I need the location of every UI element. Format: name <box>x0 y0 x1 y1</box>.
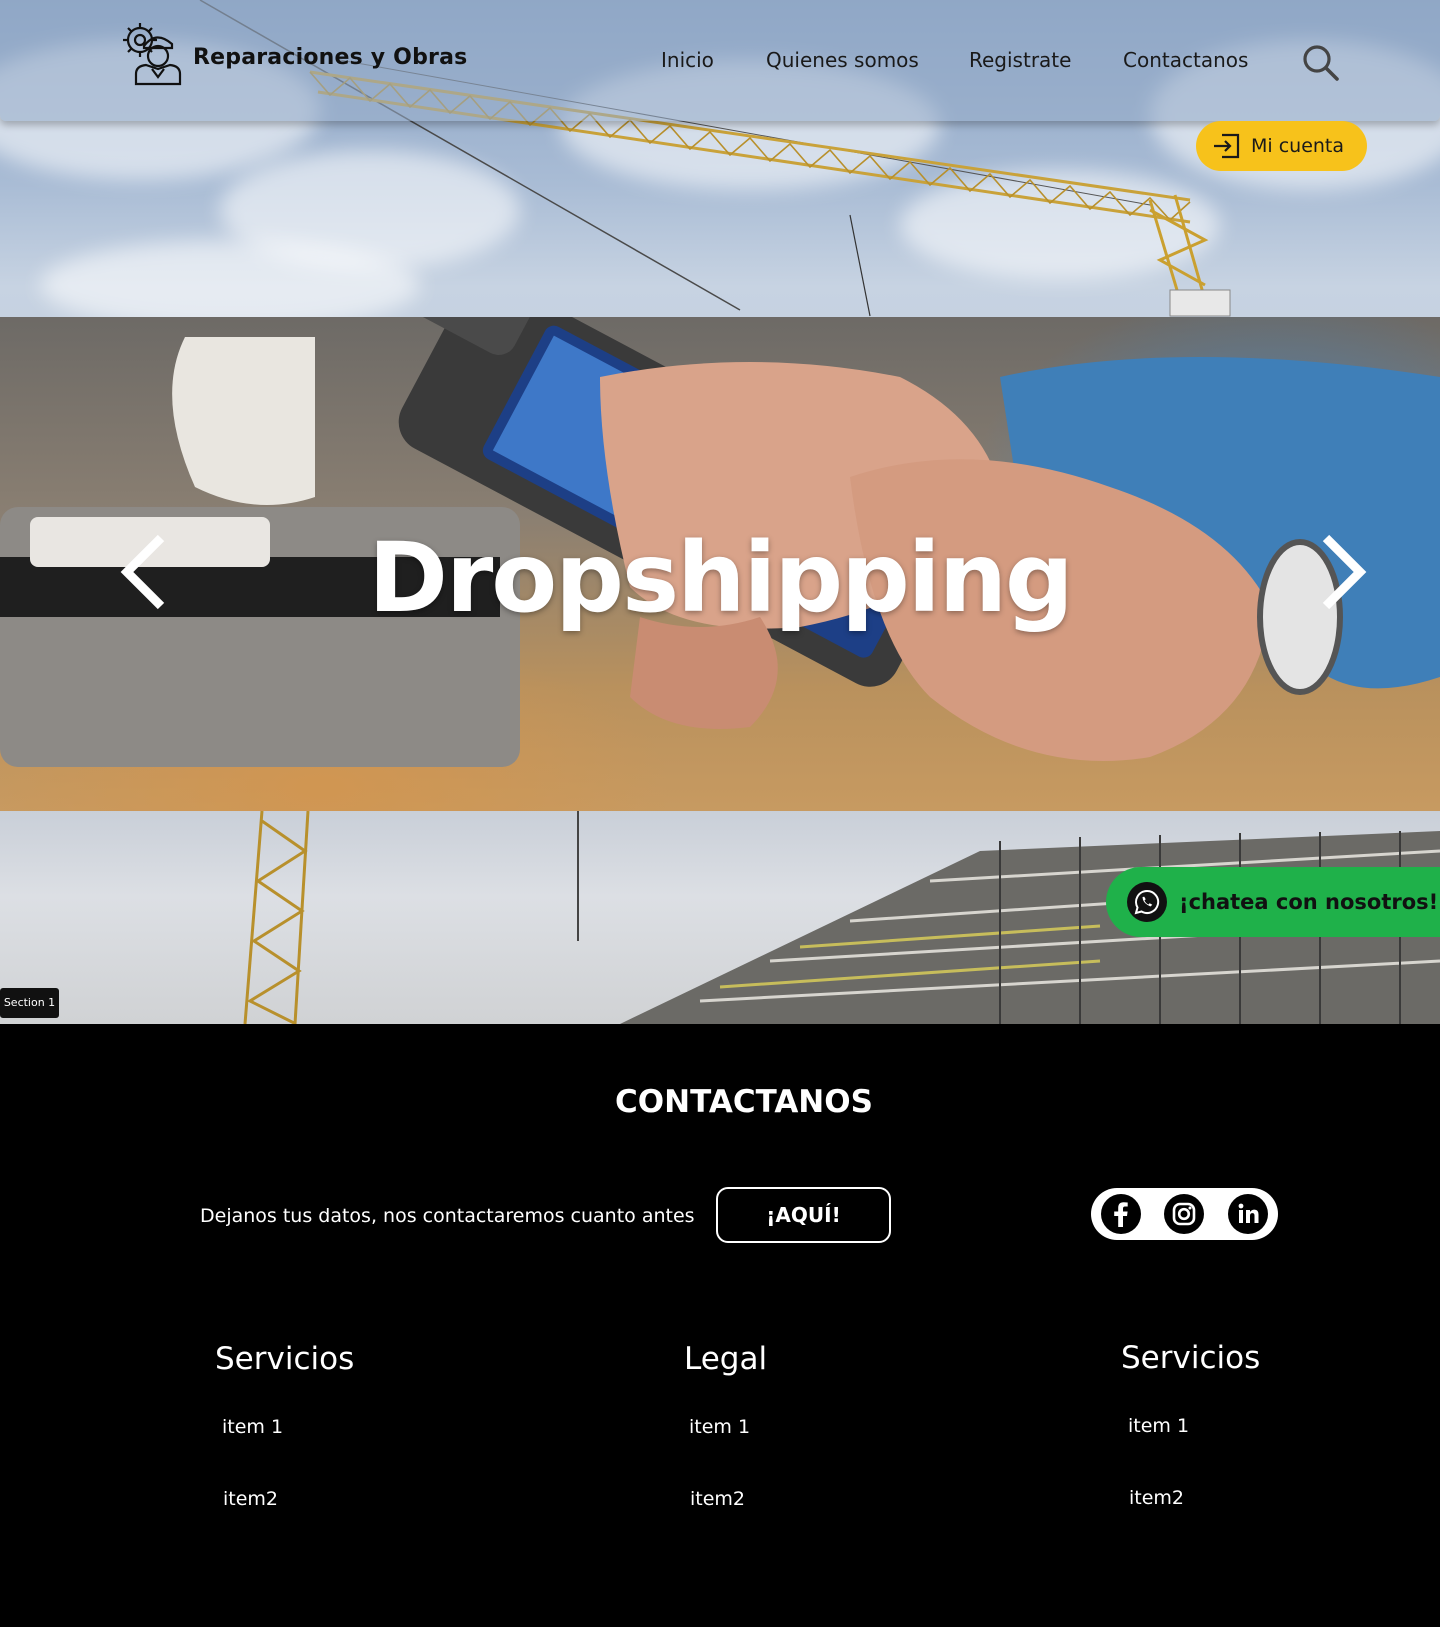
account-button[interactable]: Mi cuenta <box>1196 121 1367 171</box>
footer-link[interactable]: item2 <box>223 1488 278 1510</box>
nav-quienes-somos[interactable]: Quienes somos <box>766 48 919 72</box>
contact-cta-button[interactable]: ¡AQUÍ! <box>716 1187 891 1243</box>
footer-link[interactable]: item2 <box>1129 1487 1184 1509</box>
account-label: Mi cuenta <box>1251 135 1345 157</box>
contact-text: Dejanos tus datos, nos contactaremos cua… <box>200 1205 695 1227</box>
nav-registrate[interactable]: Registrate <box>969 48 1071 72</box>
nav-inicio[interactable]: Inicio <box>661 48 714 72</box>
carousel-slide-title: Dropshipping <box>368 522 1074 634</box>
footer-link[interactable]: item 1 <box>1128 1415 1189 1437</box>
brand-name[interactable]: Reparaciones y Obras <box>193 45 467 70</box>
whatsapp-icon <box>1127 882 1167 922</box>
nav-contactanos[interactable]: Contactanos <box>1123 48 1248 72</box>
hero-carousel: Dropshipping <box>0 317 1440 811</box>
footer-link[interactable]: item 1 <box>689 1416 750 1438</box>
engineer-gear-icon[interactable] <box>120 20 184 86</box>
footer-col-title: Servicios <box>1121 1340 1261 1376</box>
instagram-icon[interactable] <box>1164 1194 1204 1234</box>
footer: CONTACTANOS Dejanos tus datos, nos conta… <box>0 1024 1440 1627</box>
footer-link[interactable]: item2 <box>690 1488 745 1510</box>
login-icon <box>1214 133 1240 159</box>
site-header: Reparaciones y Obras Inicio Quienes somo… <box>0 0 1440 121</box>
facebook-icon[interactable] <box>1101 1194 1141 1234</box>
section-tag: Section 1 <box>0 988 59 1018</box>
search-icon[interactable] <box>1300 42 1340 82</box>
social-links <box>1091 1188 1278 1240</box>
footer-col-title: Legal <box>684 1341 768 1377</box>
chat-label: ¡chatea con nosotros! <box>1179 890 1439 914</box>
footer-link[interactable]: item 1 <box>222 1416 283 1438</box>
linkedin-icon[interactable] <box>1228 1194 1268 1234</box>
footer-col-title: Servicios <box>215 1341 355 1377</box>
contact-title: CONTACTANOS <box>615 1084 873 1120</box>
whatsapp-chat-button[interactable]: ¡chatea con nosotros! <box>1106 867 1440 937</box>
